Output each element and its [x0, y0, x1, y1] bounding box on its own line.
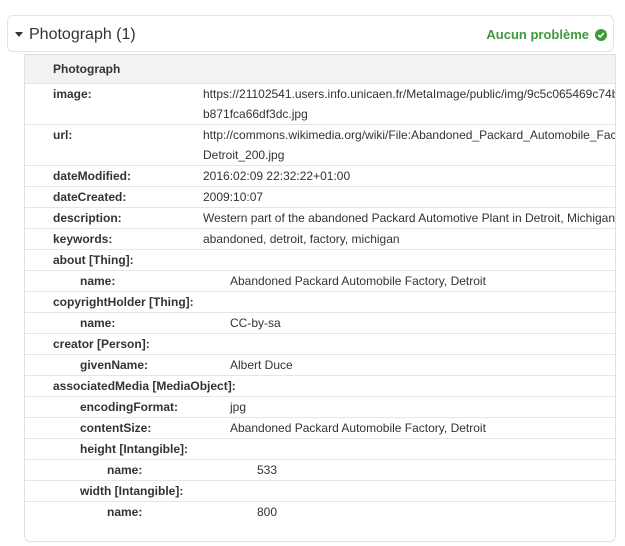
property-key: name: [25, 459, 203, 481]
photograph-toggle[interactable]: Photograph (1) Aucun problème [8, 16, 613, 53]
property-row: name: 800 [25, 501, 615, 522]
property-key: name: [25, 312, 203, 334]
property-value: 2016:02:09 22:32:22+01:00 [203, 165, 615, 187]
property-value: jpg [203, 396, 615, 418]
card-title: Photograph (1) [29, 25, 136, 43]
property-value: abandoned, detroit, factory, michigan [203, 228, 615, 250]
property-row: height [Intangible]: [25, 438, 615, 460]
property-value: https://21102541.users.info.unicaen.fr/M… [203, 83, 615, 125]
property-row: contentSize: Abandoned Packard Automobile… [25, 417, 615, 439]
status-text: Aucun problème [486, 27, 589, 42]
property-key: associatedMedia [MediaObject]: [25, 375, 615, 397]
section-header: Photograph [25, 55, 615, 84]
property-key: creator [Person]: [25, 333, 615, 355]
property-row: name: Abandoned Packard Automobile Factor… [25, 270, 615, 292]
property-value: http://commons.wikimedia.org/wiki/File:A… [203, 124, 615, 166]
property-row: creator [Person]: [25, 333, 615, 355]
property-row: name: CC-by-sa [25, 312, 615, 334]
property-value: 800 [203, 501, 615, 522]
property-row: encodingFormat: jpg [25, 396, 615, 418]
property-row: copyrightHolder [Thing]: [25, 291, 615, 313]
property-value: Albert Duce [203, 354, 615, 376]
property-value: Western part of the abandoned Packard Au… [203, 207, 615, 229]
status-indicator: Aucun problème [486, 16, 607, 53]
property-key: about [Thing]: [25, 249, 615, 271]
property-key: contentSize: [25, 417, 203, 439]
property-key: url: [25, 124, 203, 166]
property-value: 2009:10:07 [203, 186, 615, 208]
property-value: CC-by-sa [203, 312, 615, 334]
property-row: name: 533 [25, 459, 615, 481]
property-key: name: [25, 501, 203, 522]
photograph-card: Photograph (1) Aucun problème [7, 15, 614, 52]
property-key: keywords: [25, 228, 203, 250]
property-row: dateCreated: 2009:10:07 [25, 186, 615, 208]
property-key: height [Intangible]: [25, 438, 615, 460]
properties-panel: Photograph image: https://21102541.users.… [24, 54, 616, 542]
property-row: associatedMedia [MediaObject]: [25, 375, 615, 397]
property-key: encodingFormat: [25, 396, 203, 418]
property-row: dateModified: 2016:02:09 22:32:22+01:00 [25, 165, 615, 187]
caret-down-icon [15, 32, 23, 37]
property-row: url: http://commons.wikimedia.org/wiki/Fi… [25, 124, 615, 166]
property-value: 533 [203, 459, 615, 481]
property-key: image: [25, 83, 203, 125]
property-row: givenName: Albert Duce [25, 354, 615, 376]
property-row: image: https://21102541.users.info.unicae… [25, 83, 615, 125]
property-key: description: [25, 207, 203, 229]
property-row: width [Intangible]: [25, 480, 615, 502]
property-row: keywords: abandoned, detroit, factory, mi… [25, 228, 615, 250]
property-key: width [Intangible]: [25, 480, 615, 502]
property-value: Abandoned Packard Automobile Factory, De… [203, 417, 615, 439]
property-key: givenName: [25, 354, 203, 376]
property-row: about [Thing]: [25, 249, 615, 271]
property-key: dateCreated: [25, 186, 203, 208]
property-key: copyrightHolder [Thing]: [25, 291, 615, 313]
property-key: dateModified: [25, 165, 203, 187]
property-key: name: [25, 270, 203, 292]
property-value: Abandoned Packard Automobile Factory, De… [203, 270, 615, 292]
properties-table: Photograph image: https://21102541.users.… [25, 55, 615, 522]
check-circle-icon [595, 28, 607, 41]
property-row: description: Western part of the abandone… [25, 207, 615, 229]
section-title: Photograph [25, 55, 615, 84]
